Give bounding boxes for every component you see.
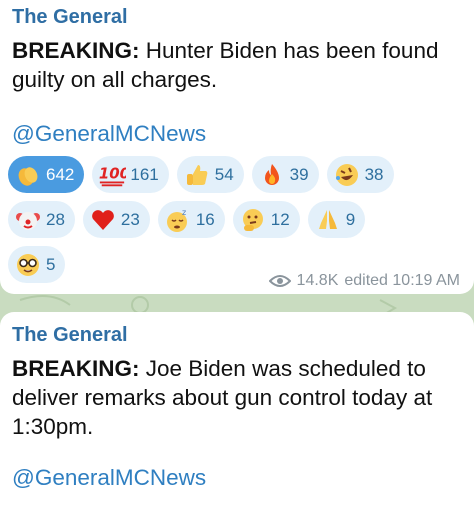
message-bubble-2[interactable]: The General BREAKING: Joe Biden was sche… — [0, 312, 474, 512]
reaction-count: 28 — [46, 209, 65, 229]
folded-hands-icon — [314, 206, 342, 234]
reaction-hundred-points[interactable]: 100161 — [92, 156, 169, 193]
reactions: 642 100161 54 39 38 28 23 z 16 12 9 5 — [8, 156, 468, 291]
reaction-red-heart[interactable]: 23 — [82, 201, 150, 238]
message-text: BREAKING: Hunter Biden has been found gu… — [12, 36, 464, 94]
fire-icon — [258, 161, 286, 189]
eye-icon — [268, 275, 291, 287]
reaction-count: 23 — [120, 209, 140, 229]
reaction-fire[interactable]: 39 — [251, 156, 319, 193]
red-heart-icon — [89, 206, 117, 234]
reaction-rolling-laughing[interactable]: 38 — [326, 156, 394, 193]
reaction-count: 39 — [289, 164, 309, 184]
reaction-count: 642 — [46, 164, 75, 184]
reaction-folded-hands[interactable]: 9 — [307, 201, 366, 238]
reaction-sleeping-face[interactable]: z 16 — [157, 201, 225, 238]
channel-link[interactable]: @GeneralMCNews — [12, 465, 206, 491]
svg-text:100: 100 — [99, 164, 126, 182]
edited-timestamp: edited 10:19 AM — [344, 272, 460, 289]
sleeping-face-icon: z — [164, 206, 192, 234]
reaction-nerd-face[interactable]: 5 — [8, 246, 66, 283]
hundred-points-icon: 100 — [98, 161, 126, 189]
clapping-hands-icon — [14, 161, 42, 189]
clown-face-icon — [14, 206, 42, 234]
message-bubble-1[interactable]: The General BREAKING: Hunter Biden has b… — [0, 0, 474, 294]
nerd-face-icon — [14, 251, 42, 279]
breaking-label: BREAKING: — [12, 356, 140, 381]
reaction-count: 161 — [130, 164, 159, 184]
svg-text:z: z — [182, 208, 186, 217]
rolling-laughing-icon — [333, 161, 361, 189]
reaction-clapping-hands[interactable]: 642 — [8, 156, 85, 193]
reaction-count: 9 — [345, 209, 356, 229]
reaction-clown-face[interactable]: 28 — [8, 201, 75, 238]
message-meta: 14.8K edited 10:19 AM — [268, 272, 460, 290]
reaction-count: 54 — [214, 164, 234, 184]
sender-name[interactable]: The General — [12, 6, 128, 29]
thinking-face-icon — [239, 206, 267, 234]
sender-name[interactable]: The General — [12, 324, 128, 347]
view-count: 14.8K — [296, 272, 339, 289]
thumbs-up-icon — [183, 161, 211, 189]
reaction-count: 16 — [195, 209, 215, 229]
breaking-label: BREAKING: — [12, 38, 140, 63]
channel-link[interactable]: @GeneralMCNews — [12, 121, 206, 147]
reaction-count: 12 — [270, 209, 290, 229]
reaction-thinking-face[interactable]: 12 — [232, 201, 300, 238]
reaction-thumbs-up[interactable]: 54 — [176, 156, 244, 193]
reaction-count: 38 — [364, 164, 384, 184]
message-text: BREAKING: Joe Biden was scheduled to del… — [12, 354, 464, 441]
reaction-count: 5 — [46, 254, 56, 274]
